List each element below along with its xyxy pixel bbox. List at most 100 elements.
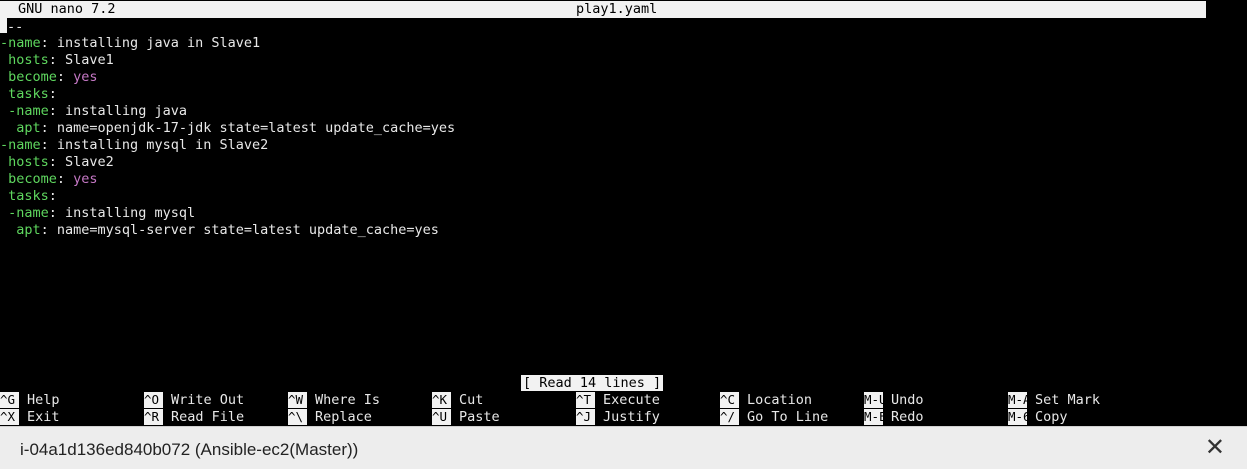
shortcut-label: Write Out [171, 392, 245, 408]
yaml-separator: : [40, 137, 57, 153]
editor-line[interactable]: become: yes [0, 171, 98, 188]
editor-line[interactable]: apt: name=openjdk-17-jdk state=latest up… [0, 120, 455, 137]
yaml-value: Slave2 [65, 154, 114, 170]
shortcut-label: Read File [171, 409, 245, 425]
yaml-separator: : [56, 69, 74, 85]
shortcut-key: ^J [576, 409, 595, 425]
editor-line[interactable]: become: yes [0, 69, 98, 86]
text-cursor [0, 18, 7, 33]
shortcut-item: M-E Redo [864, 409, 924, 425]
editor-line[interactable]: hosts: Slave2 [0, 154, 114, 171]
shortcut-item: ^K Cut [432, 392, 483, 408]
yaml-value: Slave1 [65, 52, 114, 68]
status-message: [ Read 14 lines ] [521, 375, 664, 391]
yaml-value: name=mysql-server state=latest update_ca… [56, 222, 439, 238]
shortcut-item: ^O Write Out [144, 392, 244, 408]
yaml-value: installing mysql [65, 205, 196, 221]
shortcut-key: M-6 [1008, 409, 1027, 425]
shortcut-label: Exit [27, 409, 60, 425]
yaml-separator: : [48, 103, 66, 119]
yaml-separator: : [48, 52, 66, 68]
yaml-key: -name [0, 35, 41, 51]
editor-line[interactable]: hosts: Slave1 [0, 52, 114, 69]
editor-line[interactable]: apt: name=mysql-server state=latest upda… [0, 222, 439, 239]
file-name: play1.yaml [576, 1, 658, 17]
shortcut-label: Undo [891, 392, 924, 408]
yaml-key: become [0, 69, 57, 85]
yaml-separator: : [48, 154, 66, 170]
shortcut-item: ^X Exit [0, 409, 60, 425]
shortcut-label: Cut [459, 392, 484, 408]
shortcut-key: ^K [432, 392, 451, 408]
yaml-key: hosts [0, 52, 49, 68]
shortcut-item: ^J Justify [576, 409, 660, 425]
shortcut-key: ^W [288, 392, 307, 408]
yaml-key: tasks [0, 188, 49, 204]
yaml-value: name=openjdk-17-jdk state=latest update_… [56, 120, 456, 136]
shortcut-label: Paste [459, 409, 500, 425]
shortcut-label: Copy [1035, 409, 1068, 425]
shortcut-label: Where Is [315, 392, 381, 408]
shortcut-key: ^T [576, 392, 595, 408]
yaml-value: yes [73, 69, 98, 85]
yaml-doc-start: -- [7, 19, 24, 35]
yaml-separator: : [40, 120, 57, 136]
shortcut-key: ^\ [288, 409, 307, 425]
terminal-window[interactable]: GNU nano 7.2 play1.yaml -- -name: instal… [0, 0, 1247, 426]
yaml-separator: : [40, 222, 57, 238]
yaml-key: -name [0, 137, 41, 153]
yaml-separator: : [56, 171, 74, 187]
shortcut-key: ^/ [720, 409, 739, 425]
shortcut-label: Set Mark [1035, 392, 1101, 408]
shortcut-key: ^C [720, 392, 739, 408]
instance-label: i-04a1d136ed840b072 (Ansible-ec2(Master)… [20, 440, 359, 459]
shortcut-item: ^C Location [720, 392, 812, 408]
shortcut-key: ^R [144, 409, 163, 425]
shortcut-item: ^/ Go To Line [720, 409, 828, 425]
shortcut-item: ^\ Replace [288, 409, 372, 425]
shortcut-key: ^O [144, 392, 163, 408]
shortcut-key: ^X [0, 409, 19, 425]
yaml-key: apt [0, 222, 41, 238]
shortcut-item: M-6 Copy [1008, 409, 1068, 425]
yaml-key: hosts [0, 154, 49, 170]
editor-line[interactable]: -name: installing java in Slave1 [0, 35, 260, 52]
shortcut-item: M-A Set Mark [1008, 392, 1100, 408]
shortcut-key: ^G [0, 392, 19, 408]
yaml-value: yes [73, 171, 98, 187]
yaml-separator: : [48, 86, 57, 102]
yaml-key: -name [0, 103, 49, 119]
shortcut-key: M-E [864, 409, 883, 425]
yaml-separator: : [48, 188, 57, 204]
shortcut-item: ^U Paste [432, 409, 500, 425]
editor-line[interactable]: tasks: [0, 188, 57, 205]
editor-line[interactable]: -name: installing java [0, 103, 187, 120]
shortcut-item: ^G Help [0, 392, 60, 408]
shortcut-key: M-A [1008, 392, 1027, 408]
yaml-key: -name [0, 205, 49, 221]
shortcut-label: Replace [315, 409, 372, 425]
yaml-value: installing java in Slave1 [56, 35, 261, 51]
shortcut-label: Execute [603, 392, 660, 408]
yaml-key: tasks [0, 86, 49, 102]
shortcut-key: M-U [864, 392, 883, 408]
shortcut-label: Location [747, 392, 813, 408]
shortcut-item: ^R Read File [144, 409, 244, 425]
app-version: GNU nano 7.2 [18, 1, 116, 17]
editor-line[interactable]: tasks: [0, 86, 57, 103]
shortcut-item: ^T Execute [576, 392, 660, 408]
nano-title-bar: GNU nano 7.2 play1.yaml [0, 1, 1206, 18]
yaml-separator: : [48, 205, 66, 221]
shortcut-label: Redo [891, 409, 924, 425]
yaml-separator: : [40, 35, 57, 51]
shortcut-item: M-U Undo [864, 392, 924, 408]
close-icon[interactable]: ✕ [1205, 436, 1225, 460]
editor-line[interactable]: -name: installing mysql [0, 205, 195, 222]
yaml-key: apt [0, 120, 41, 136]
shortcut-label: Go To Line [747, 409, 829, 425]
editor-line-1[interactable]: -- [0, 18, 23, 35]
shortcut-key: ^U [432, 409, 451, 425]
shortcut-label: Help [27, 392, 60, 408]
shortcut-label: Justify [603, 409, 660, 425]
editor-line[interactable]: -name: installing mysql in Slave2 [0, 137, 268, 154]
